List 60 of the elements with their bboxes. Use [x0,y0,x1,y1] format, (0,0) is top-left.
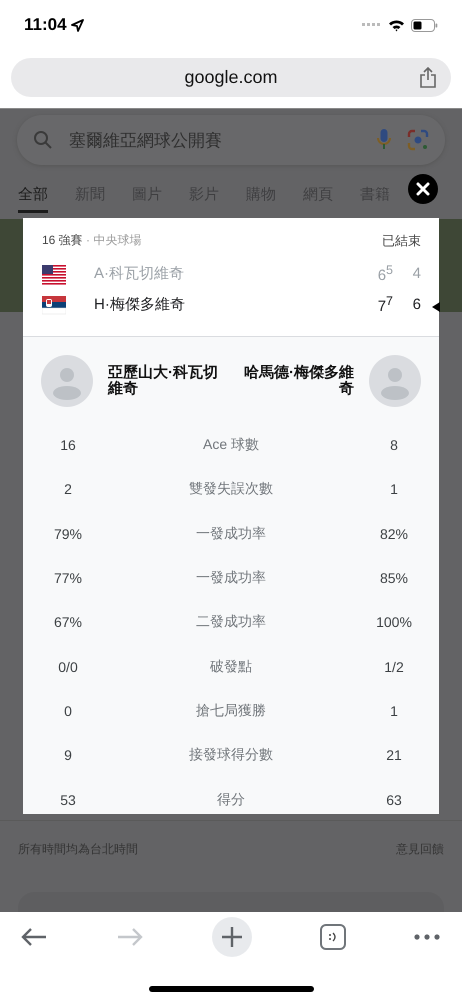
stat-value: 53 [59,792,77,808]
player-name: A·科瓦切維奇 [94,264,185,283]
more-icon [414,934,440,940]
share-icon[interactable] [419,67,437,89]
stat-value: 85% [378,570,410,586]
clock-time: 11:04 [24,15,67,35]
back-button[interactable] [20,927,48,947]
stat-label: 雙發失誤次數 [188,480,274,498]
stat-label: 搶七局獲勝 [195,702,267,720]
stat-value: 100% [375,614,413,630]
stat-label: 得分 [216,790,246,809]
player-name: H·梅傑多維奇 [94,295,186,314]
more-button[interactable] [414,934,440,940]
set-score: 6 [412,296,421,313]
stat-value: 16 [59,437,77,454]
plus-icon [221,926,243,948]
stat-value: 1/2 [383,658,405,675]
signal-icon [362,23,382,27]
match-status: 已結束 [382,232,421,250]
stat-label: 一發成功率 [195,569,267,588]
stat-value: 0/0 [57,658,79,675]
smiley-icon [328,931,338,943]
search-icon [33,130,53,150]
forward-arrow-icon [116,927,144,947]
stat-value: 1 [389,481,399,498]
stat-value: 79% [52,526,84,542]
winner-marker-icon [432,302,440,312]
player-name: 哈馬德·梅傑多維奇 [243,365,354,397]
avatar-icon [41,355,93,407]
new-tab-button[interactable] [212,917,252,957]
search-tab[interactable]: 全部 [18,183,48,213]
stat-label: 一發成功率 [195,524,267,543]
battery-icon [411,18,438,32]
back-arrow-icon [20,927,48,947]
match-round: 16 強賽 · 中央球場 [42,232,142,249]
stat-value: 8 [389,437,399,454]
set-score: 6$^{5}$ [376,263,393,284]
wifi-icon [388,18,405,32]
stat-value: 2 [63,481,73,498]
tab-switcher-button[interactable] [320,924,346,950]
close-button[interactable] [408,174,438,204]
set-score: 7$^{7}$ [376,294,393,315]
stat-value: 77% [52,570,84,586]
stat-label: 二發成功率 [195,613,267,632]
stat-value: 21 [385,747,403,764]
player-name: 亞歷山大·科瓦切維奇 [108,365,219,397]
stat-value: 82% [378,526,410,542]
stat-label: 接發球得分數 [188,746,274,764]
stat-value: 9 [63,747,73,764]
stat-value: 1 [389,702,399,719]
stat-value: 63 [385,792,403,808]
close-icon [416,182,430,196]
avatar-icon [369,355,421,407]
stat-value: 67% [52,614,84,630]
stat-label: Ace 球數 [202,436,260,454]
set-score: 4 [412,265,421,282]
stat-value: 0 [63,702,73,719]
address-bar[interactable]: google.com [11,58,451,97]
location-arrow-icon [70,18,84,32]
stat-label: 破發點 [209,658,253,676]
